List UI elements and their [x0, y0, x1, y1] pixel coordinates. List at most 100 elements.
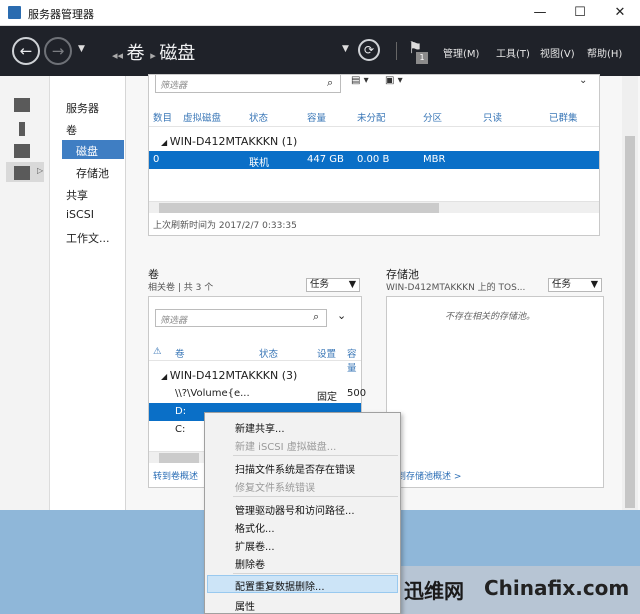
disks-group-header[interactable]: ◢ WIN-D412MTAKKKN (1) [161, 135, 297, 148]
column-header-clustered[interactable]: 已群集 [549, 110, 578, 124]
column-header-virtual-disk[interactable]: 虚拟磁盘 [183, 110, 221, 124]
cell-status: 联机 [249, 158, 269, 169]
close-button[interactable]: ✕ [600, 0, 640, 26]
menu-tools[interactable]: 工具(T) [496, 45, 530, 60]
tree-item-disks[interactable]: 磁盘 [62, 140, 124, 159]
storage-pools-subtitle: WIN-D412MTAKKKN 上的 TOS... [386, 283, 526, 293]
breadcrumb-dropdown-icon[interactable]: ▼ [342, 44, 349, 54]
search-icon[interactable]: ⌕ [313, 310, 319, 324]
warning-column-icon[interactable]: ⚠ [153, 346, 162, 357]
breadcrumb-item-volumes[interactable]: 卷 [127, 43, 145, 64]
column-header-setting[interactable]: 设置 [317, 346, 336, 360]
table-row[interactable]: \\?\Volume{e... 固定 500 [149, 385, 366, 403]
notification-count-badge: 1 [416, 52, 428, 64]
menu-item-extend-volume[interactable]: 扩展卷... [235, 538, 275, 553]
cell-capacity: 447 GB [307, 154, 344, 165]
column-header-status[interactable]: 状态 [259, 346, 278, 360]
file-storage-icon[interactable] [14, 166, 30, 180]
back-arrow-icon[interactable]: ← [12, 37, 40, 65]
tree-item-volumes[interactable]: 卷 [66, 122, 77, 138]
tree-item-storage-pools[interactable]: 存储池 [76, 165, 109, 181]
navigation-tree: 服务器 卷 磁盘 存储池 共享 iSCSI 工作文... [50, 76, 126, 510]
storage-pools-empty-text: 不存在相关的存储池。 [445, 312, 536, 322]
column-header-partition[interactable]: 分区 [423, 110, 442, 124]
column-header-capacity[interactable]: 容量 [307, 110, 326, 124]
scrollbar-thumb[interactable] [159, 453, 199, 463]
menu-manage[interactable]: 管理(M) [443, 45, 479, 60]
navigation-header: ← → ▼ ◂◂ 卷 ▸ 磁盘 ▼ ⟳ ⚑ 1 管理(M) 工具(T) 视图(V… [0, 26, 640, 76]
volumes-filter-input[interactable]: 筛选器 [155, 309, 327, 327]
menu-help[interactable]: 帮助(H) [587, 45, 622, 60]
menu-item-configure-dedup[interactable]: 配置重复数据删除... [235, 578, 325, 593]
column-header-unallocated[interactable]: 未分配 [357, 110, 386, 124]
tree-item-work-folders[interactable]: 工作文... [66, 230, 110, 246]
menu-item-manage-drive-letter[interactable]: 管理驱动器号和访问路径... [235, 502, 355, 517]
storage-pools-panel: 存储池 WIN-D412MTAKKKN 上的 TOS... 任务 ▼ 不存在相关的… [386, 266, 604, 488]
scrollbar-thumb[interactable] [625, 136, 635, 508]
tree-item-shares[interactable]: 共享 [66, 187, 88, 203]
menu-item-repair-filesystem: 修复文件系统错误 [235, 483, 315, 494]
column-header-status[interactable]: 状态 [249, 110, 268, 124]
volumes-group-header[interactable]: ◢ WIN-D412MTAKKKN (3) [161, 369, 297, 382]
disks-horizontal-scrollbar[interactable] [149, 201, 599, 213]
menu-view[interactable]: 视图(V) [540, 45, 575, 60]
history-dropdown-icon[interactable]: ▼ [78, 44, 85, 54]
context-menu: 新建共享... 新建 iSCSI 虚拟磁盘... 扫描文件系统是否存在错误 修复… [204, 412, 401, 614]
minimize-button[interactable]: — [520, 0, 560, 26]
volumes-subtitle: 相关卷 | 共 3 个 [148, 283, 214, 293]
watermark: 迅维网 Chinafix.com [364, 566, 640, 614]
main-vertical-scrollbar[interactable] [622, 76, 638, 510]
cell-volume: D: [175, 406, 187, 417]
column-header-capacity[interactable]: 容量 [347, 346, 361, 374]
icon-rail: ▷ [0, 76, 50, 510]
refresh-icon[interactable]: ⟳ [358, 39, 380, 61]
tree-item-iscsi[interactable]: iSCSI [66, 208, 94, 221]
divider [396, 42, 397, 60]
goto-volumes-overview-link[interactable]: 转到卷概述 [153, 469, 198, 482]
breadcrumb: ◂◂ 卷 ▸ 磁盘 [112, 39, 195, 65]
watermark-text-en: Chinafix.com [484, 576, 630, 600]
scrollbar-thumb[interactable] [159, 203, 439, 213]
menu-item-delete-volume[interactable]: 删除卷 [235, 556, 265, 571]
menu-item-scan-filesystem[interactable]: 扫描文件系统是否存在错误 [235, 461, 355, 476]
cell-number: 0 [153, 154, 160, 165]
maximize-button[interactable]: ☐ [560, 0, 600, 26]
storage-pools-tasks-button[interactable]: 任务 ▼ [548, 278, 602, 292]
table-row[interactable]: 0 联机 447 GB 0.00 B MBR [149, 151, 599, 169]
column-header-readonly[interactable]: 只读 [483, 110, 502, 124]
menu-separator [233, 496, 398, 497]
disks-filter-input[interactable]: 筛选器 [155, 75, 341, 93]
volumes-tasks-button[interactable]: 任务 ▼ [306, 278, 360, 292]
menu-item-format[interactable]: 格式化... [235, 520, 275, 535]
dashboard-icon[interactable] [14, 98, 30, 112]
chevron-down-icon: ▼ [590, 279, 598, 290]
forward-arrow-icon[interactable]: → [44, 37, 72, 65]
disks-column-header-row: 数目 虚拟磁盘 状态 容量 未分配 分区 只读 已群集 [149, 105, 599, 127]
menu-item-new-share[interactable]: 新建共享... [235, 420, 285, 435]
storage-pools-list: 不存在相关的存储池。 到存储池概述 > [386, 296, 604, 488]
goto-storage-pools-overview-link[interactable]: 到存储池概述 > [397, 469, 461, 482]
breadcrumb-separator-icon: ◂◂ [112, 49, 127, 62]
breadcrumb-separator-icon: ▸ [150, 49, 160, 62]
expand-collapse-icon[interactable]: ⌄ [337, 309, 346, 322]
column-header-number[interactable]: 数目 [153, 110, 172, 124]
disks-panel: 筛选器 ⌕ ▤ ▾ ▣ ▾ ⌄ 数目 虚拟磁盘 状态 容量 未分配 分区 只读 … [148, 74, 600, 236]
collapse-group-icon[interactable]: ◢ [161, 372, 170, 381]
group-dropdown-icon[interactable]: ▣ ▾ [385, 75, 403, 86]
local-server-icon[interactable] [19, 122, 25, 136]
search-icon[interactable]: ⌕ [327, 76, 333, 90]
all-servers-icon[interactable] [14, 144, 30, 158]
server-manager-app-icon [8, 6, 21, 19]
cell-unallocated: 0.00 B [357, 154, 390, 165]
list-view-dropdown-icon[interactable]: ▤ ▾ [351, 75, 369, 86]
tree-item-servers[interactable]: 服务器 [66, 100, 99, 116]
menu-separator [233, 573, 398, 574]
expand-collapse-icon[interactable]: ⌄ [579, 75, 587, 86]
refresh-timestamp: 上次刷新时间为 2017/2/7 0:33:35 [153, 221, 297, 231]
menu-item-properties[interactable]: 属性 [235, 598, 255, 613]
column-header-volume[interactable]: 卷 [175, 346, 185, 360]
cell-volume: \\?\Volume{e... [175, 388, 250, 399]
expand-arrow-icon[interactable]: ▷ [37, 166, 43, 175]
collapse-group-icon[interactable]: ◢ [161, 138, 170, 147]
breadcrumb-item-disks[interactable]: 磁盘 [159, 43, 195, 64]
